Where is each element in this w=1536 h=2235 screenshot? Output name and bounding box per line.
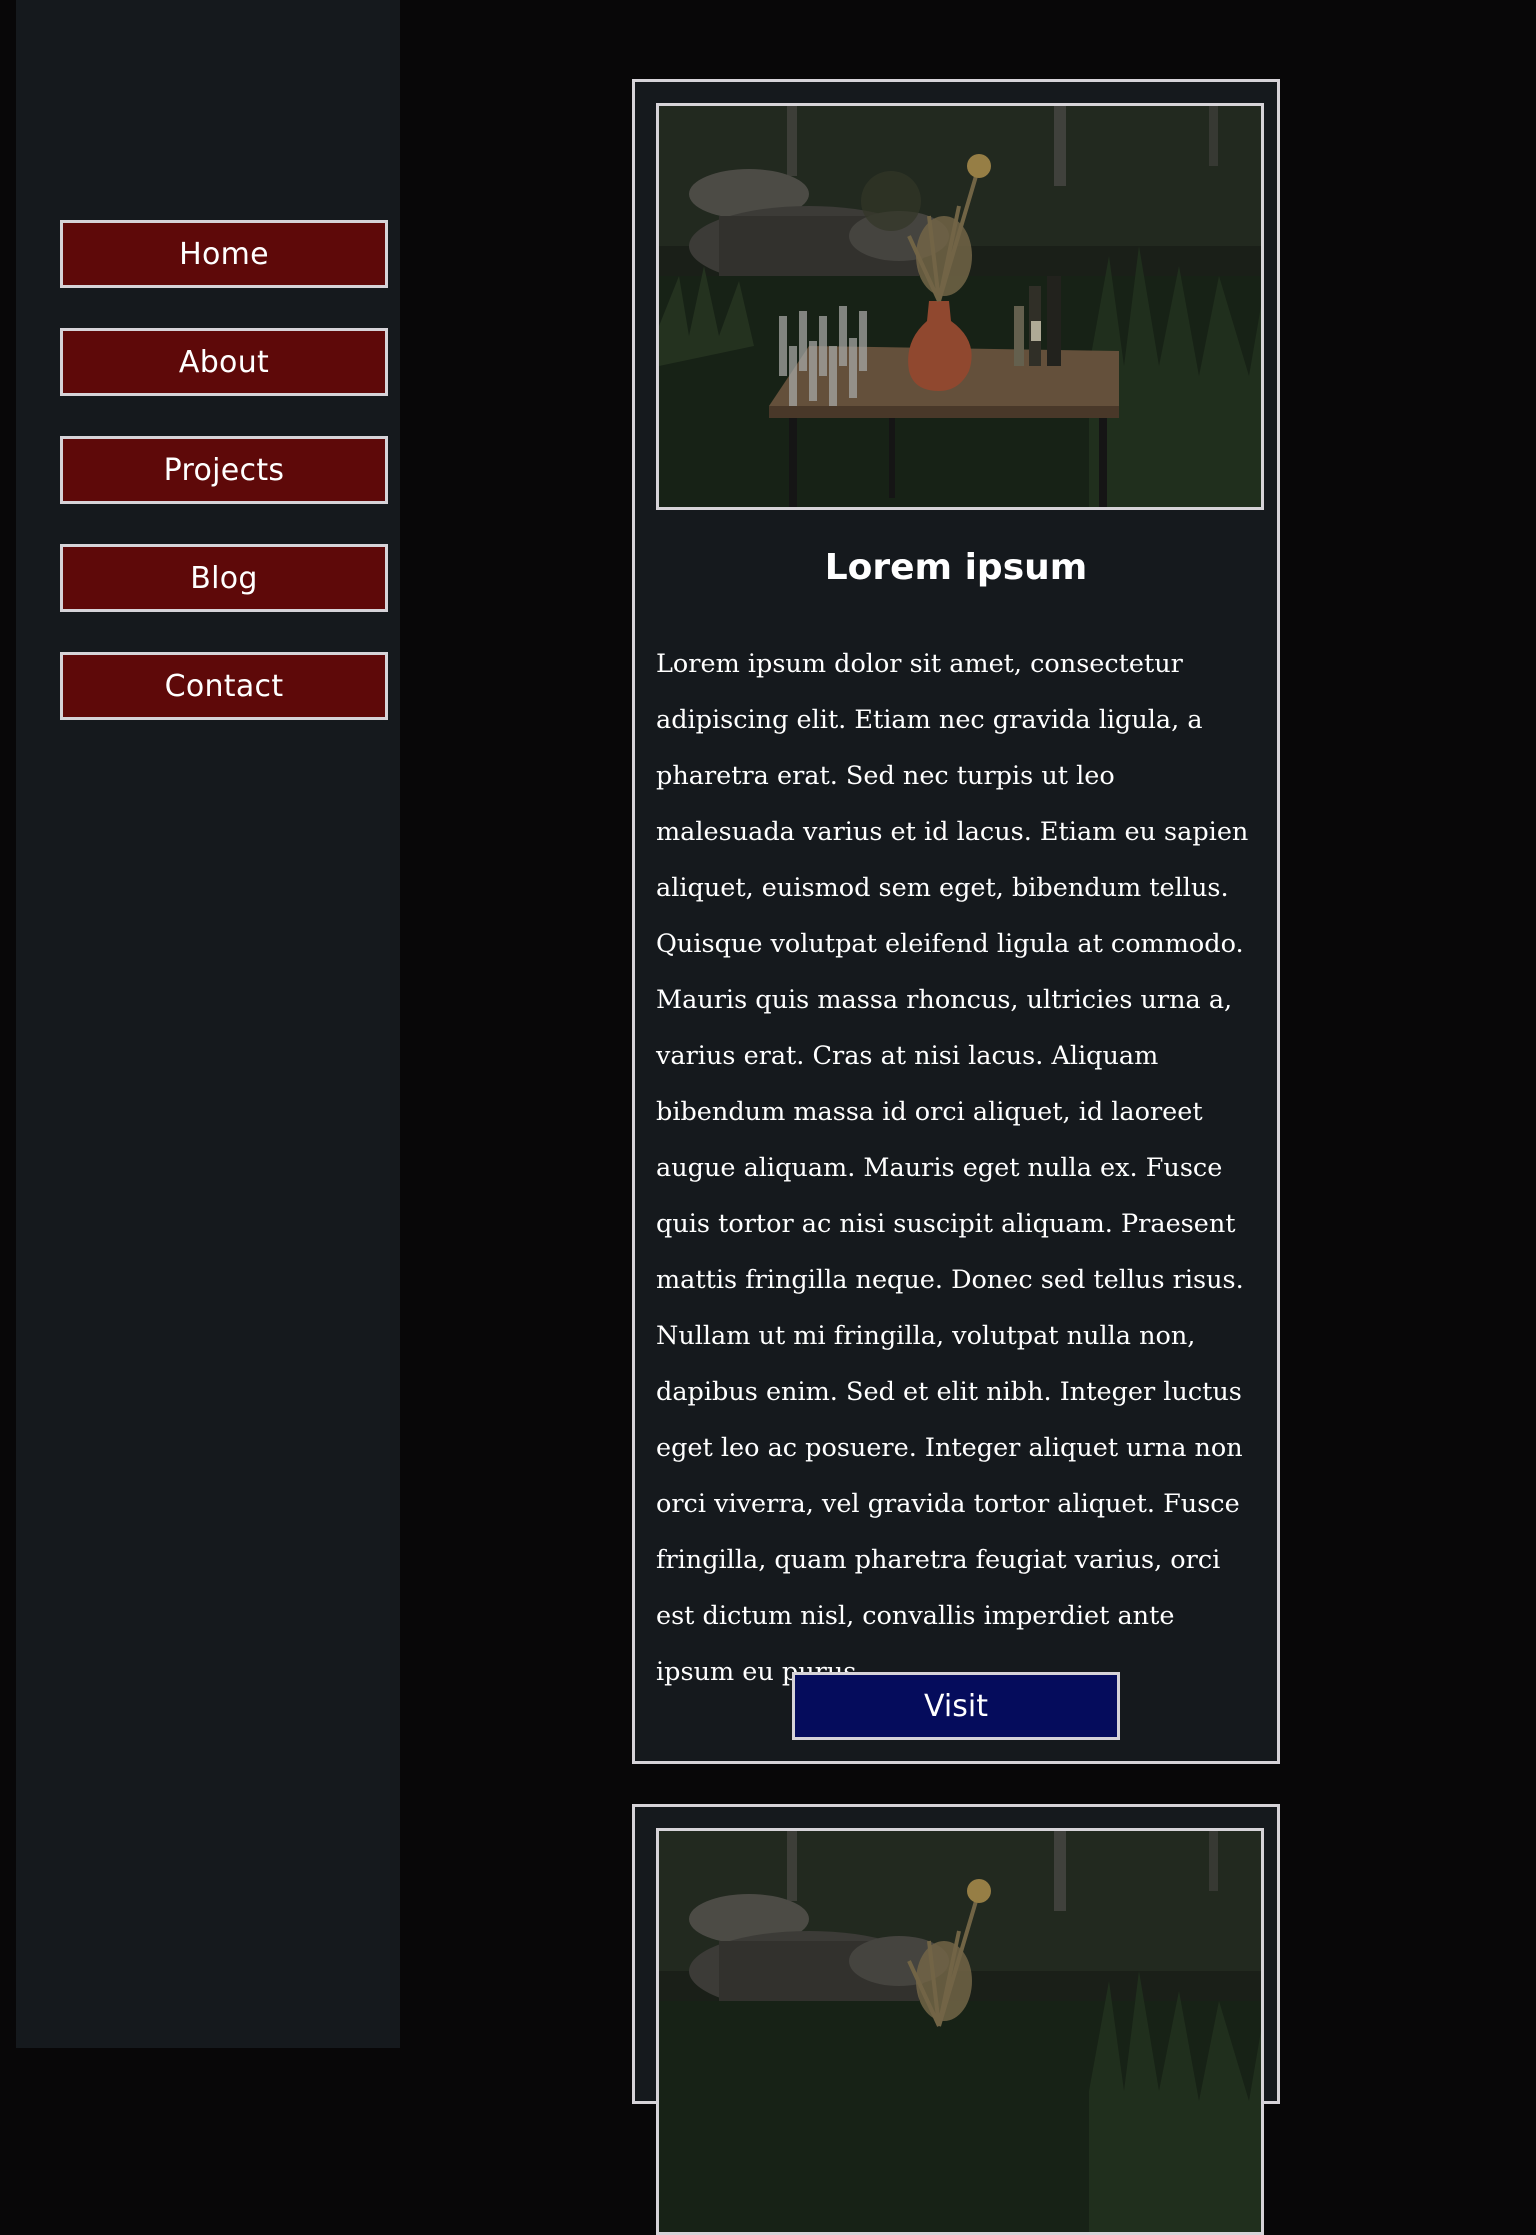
nav-about-button[interactable]: About: [60, 328, 388, 396]
nav-contact-button[interactable]: Contact: [60, 652, 388, 720]
nav-home-button[interactable]: Home: [60, 220, 388, 288]
nav-blog-button[interactable]: Blog: [60, 544, 388, 612]
visit-button[interactable]: Visit: [792, 1672, 1120, 1740]
card-body-text: Lorem ipsum dolor sit amet, consectetur …: [656, 649, 1249, 1687]
page-left-edge: [0, 0, 16, 2048]
sidebar: Home About Projects Blog Contact: [16, 0, 400, 2048]
nav-projects-button[interactable]: Projects: [60, 436, 388, 504]
card-image: [656, 103, 1264, 510]
project-card: Lorem ipsum Lorem ipsum dolor sit amet, …: [632, 79, 1280, 1764]
card-title: Lorem ipsum: [824, 547, 1088, 588]
card-image: [656, 1828, 1264, 2235]
project-card: [632, 1804, 1280, 2235]
